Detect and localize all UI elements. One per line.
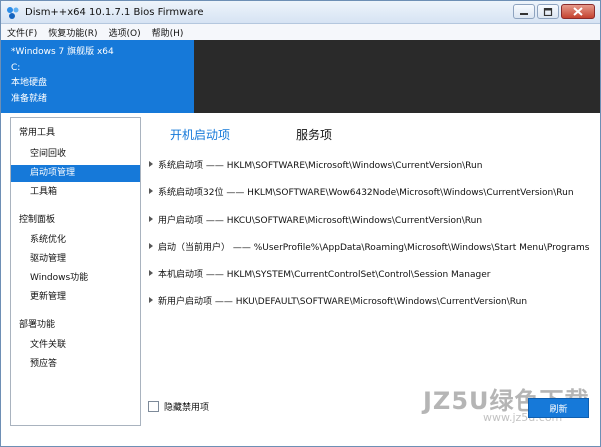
system-info-panel[interactable]: *Windows 7 旗舰版 x64 C: 本地硬盘 准备就绪 — [1, 40, 194, 113]
startup-entry-label: 启动（当前用户） —— %UserProfile%\AppData\Roamin… — [158, 242, 590, 253]
sidebar-item-system-optimize[interactable]: 系统优化 — [11, 232, 140, 249]
expand-arrow-icon — [149, 297, 153, 303]
sidebar-item-pre-answer[interactable]: 预应答 — [11, 356, 140, 373]
app-window: Dism++x64 10.1.7.1 Bios Firmware 文件(F) 恢… — [0, 0, 601, 447]
startup-entry[interactable]: 启动（当前用户） —— %UserProfile%\AppData\Roamin… — [148, 239, 590, 253]
hide-disabled-option[interactable]: 隐藏禁用项 — [148, 400, 209, 413]
sidebar-group-deploy: 部署功能 — [19, 320, 56, 330]
window-title: Dism++x64 10.1.7.1 Bios Firmware — [25, 7, 204, 18]
sidebar-group-common-tools: 常用工具 — [19, 128, 56, 138]
hide-disabled-label: 隐藏禁用项 — [164, 403, 210, 413]
startup-entry[interactable]: 新用户启动项 —— HKU\DEFAULT\SOFTWARE\Microsoft… — [148, 293, 527, 307]
sidebar-item-windows-features[interactable]: Windows功能 — [11, 270, 140, 287]
refresh-button[interactable]: 刷新 — [528, 398, 589, 418]
startup-entry-label: 新用户启动项 —— HKU\DEFAULT\SOFTWARE\Microsoft… — [158, 296, 528, 307]
sidebar-item-driver-manager[interactable]: 驱动管理 — [11, 251, 140, 268]
menu-restore[interactable]: 恢复功能(R) — [48, 26, 97, 39]
startup-entry[interactable]: 系统启动项 —— HKLM\SOFTWARE\Microsoft\Windows… — [148, 157, 482, 171]
menu-options[interactable]: 选项(O) — [108, 26, 140, 39]
disk-type: 本地硬盘 — [11, 78, 48, 88]
minimize-icon — [520, 12, 528, 15]
maximize-button[interactable] — [537, 4, 559, 19]
maximize-icon — [543, 7, 553, 16]
window-controls — [513, 4, 595, 21]
tab-startup-items[interactable]: 开机启动项 — [170, 126, 230, 143]
menu-help[interactable]: 帮助(H) — [152, 26, 184, 39]
sidebar-item-startup-manager[interactable]: 启动项管理 — [11, 165, 140, 182]
sidebar-item-update-manager[interactable]: 更新管理 — [11, 289, 140, 306]
expand-arrow-icon — [149, 243, 153, 249]
sidebar-item-file-association[interactable]: 文件关联 — [11, 337, 140, 354]
close-icon — [573, 7, 583, 16]
menu-file[interactable]: 文件(F) — [7, 26, 37, 39]
hide-disabled-checkbox[interactable] — [148, 401, 159, 412]
menu-bar: 文件(F) 恢复功能(R) 选项(O) 帮助(H) — [1, 24, 600, 40]
close-button[interactable] — [561, 4, 595, 19]
drive-letter: C: — [11, 62, 21, 73]
startup-entry-list: 系统启动项 —— HKLM\SOFTWARE\Microsoft\Windows… — [144, 146, 600, 326]
header-dark-panel — [194, 40, 600, 113]
startup-entry[interactable]: 用户启动项 —— HKCU\SOFTWARE\Microsoft\Windows… — [148, 212, 482, 226]
tab-services[interactable]: 服务项 — [296, 126, 332, 143]
os-name: *Windows 7 旗舰版 x64 — [11, 47, 114, 57]
expand-arrow-icon — [149, 216, 153, 222]
startup-entry-label: 系统启动项32位 —— HKLM\SOFTWARE\Wow6432Node\Mi… — [158, 187, 574, 198]
sidebar-item-space-cleanup[interactable]: 空间回收 — [11, 146, 140, 163]
expand-arrow-icon — [149, 270, 153, 276]
expand-arrow-icon — [149, 161, 153, 167]
app-logo-icon — [7, 7, 19, 19]
sidebar-group-control-panel: 控制面板 — [19, 215, 56, 225]
sidebar-item-toolbox[interactable]: 工具箱 — [11, 184, 140, 201]
title-bar[interactable]: Dism++x64 10.1.7.1 Bios Firmware — [1, 1, 600, 24]
startup-entry[interactable]: 系统启动项32位 —— HKLM\SOFTWARE\Wow6432Node\Mi… — [148, 184, 574, 198]
startup-entry[interactable]: 本机启动项 —— HKLM\SYSTEM\CurrentControlSet\C… — [148, 266, 490, 280]
startup-entry-label: 用户启动项 —— HKCU\SOFTWARE\Microsoft\Windows… — [158, 215, 483, 226]
expand-arrow-icon — [149, 188, 153, 194]
startup-entry-label: 系统启动项 —— HKLM\SOFTWARE\Microsoft\Windows… — [158, 160, 483, 171]
status-text: 准备就绪 — [11, 93, 48, 104]
minimize-button[interactable] — [513, 4, 535, 19]
sidebar: 常用工具 空间回收 启动项管理 工具箱 控制面板 系统优化 驱动管理 Windo… — [10, 117, 141, 426]
startup-entry-label: 本机启动项 —— HKLM\SYSTEM\CurrentControlSet\C… — [158, 269, 491, 280]
